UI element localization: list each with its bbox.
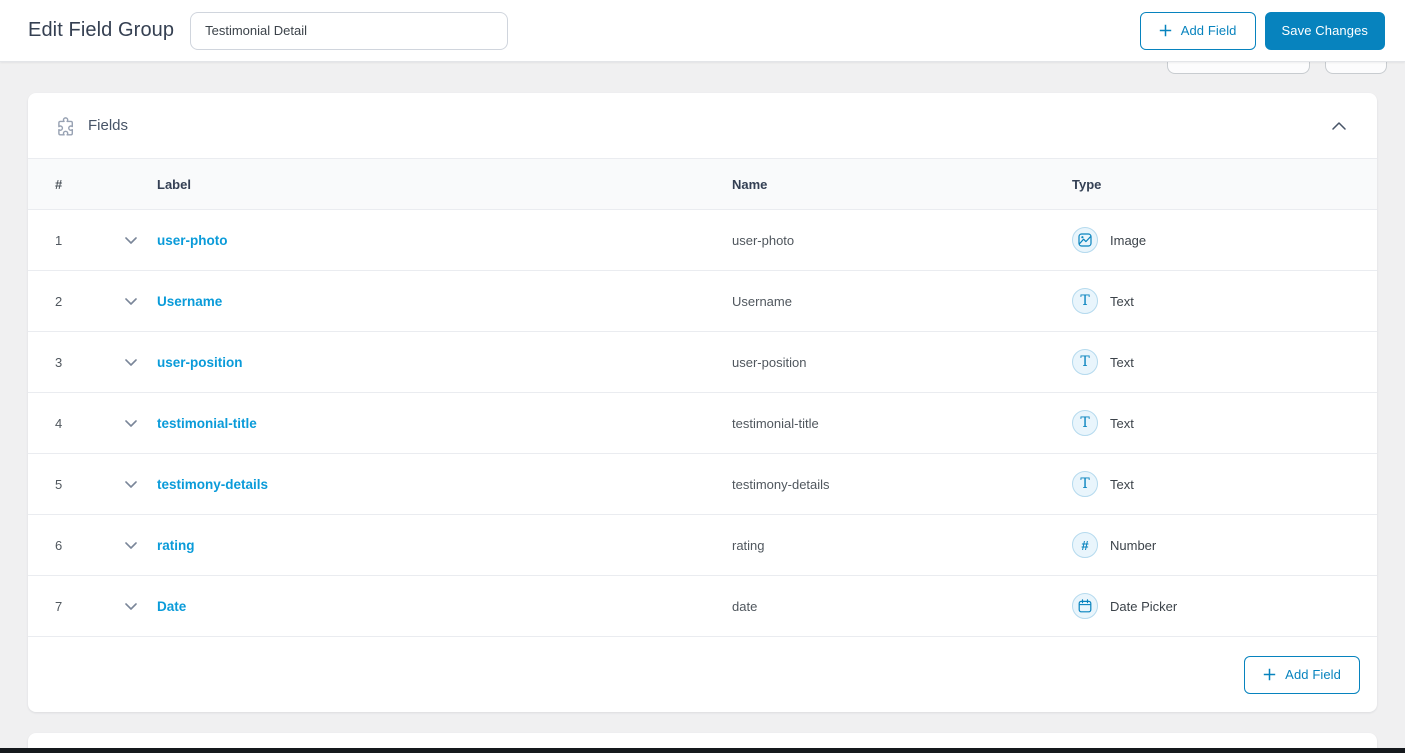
field-order-number: 7: [55, 598, 63, 614]
add-field-button-footer[interactable]: Add Field: [1244, 655, 1360, 694]
field-type: T Text: [1072, 349, 1377, 375]
fields-panel: Fields # Label Name Type 1 user-photo us…: [28, 93, 1377, 712]
column-header-label: Label: [157, 176, 191, 192]
field-type-label: Number: [1110, 537, 1157, 553]
field-label-link[interactable]: user-photo: [157, 233, 732, 248]
column-header-name: Name: [732, 176, 768, 192]
field-name: rating: [732, 537, 765, 553]
field-row: 6 rating rating # Number: [28, 515, 1377, 576]
text-icon: T: [1072, 471, 1098, 497]
field-type-label: Date Picker: [1110, 598, 1178, 614]
field-type: Date Picker: [1072, 593, 1377, 619]
fields-panel-footer: Add Field: [28, 637, 1377, 712]
field-type-label: Text: [1110, 415, 1134, 431]
number-icon: #: [1072, 532, 1098, 558]
chevron-down-icon[interactable]: [125, 419, 157, 427]
add-field-button-label: Add Field: [1285, 667, 1341, 682]
field-name: date: [732, 598, 758, 614]
field-order-number: 3: [55, 354, 63, 370]
field-type: Image: [1072, 227, 1377, 253]
chevron-down-icon[interactable]: [125, 297, 157, 305]
field-label-link[interactable]: Username: [157, 294, 732, 309]
edit-field-group-screen: Edit Field Group Add Field Save Changes …: [0, 0, 1405, 753]
field-type-label: Text: [1110, 293, 1134, 309]
column-header-type: Type: [1072, 176, 1102, 192]
plus-icon: [1159, 24, 1172, 37]
field-order-number: 1: [55, 232, 63, 248]
field-type: T Text: [1072, 288, 1377, 314]
scrolled-content-edge-left: [1167, 62, 1310, 74]
add-field-button-header[interactable]: Add Field: [1139, 11, 1256, 50]
field-type-label: Text: [1110, 476, 1134, 492]
field-row: 4 testimonial-title testimonial-title T …: [28, 393, 1377, 454]
field-row: 1 user-photo user-photo Image: [28, 210, 1377, 271]
scrolled-content-edge-right: [1325, 62, 1387, 74]
field-type: # Number: [1072, 532, 1377, 558]
save-changes-button[interactable]: Save Changes: [1264, 11, 1385, 50]
text-icon: T: [1072, 288, 1098, 314]
field-group-title-input[interactable]: [190, 11, 509, 50]
field-row: 3 user-position user-position T Text: [28, 332, 1377, 393]
field-rows: 1 user-photo user-photo Image 2 Username…: [28, 210, 1377, 637]
text-icon: T: [1072, 410, 1098, 436]
fields-panel-header: Fields: [28, 93, 1377, 159]
field-type-label: Text: [1110, 354, 1134, 370]
chevron-up-icon[interactable]: [1328, 118, 1350, 134]
field-order-number: 6: [55, 537, 63, 553]
puzzle-icon: [55, 116, 75, 136]
column-header-number: #: [55, 176, 63, 192]
chevron-down-icon[interactable]: [125, 602, 157, 610]
field-name: testimony-details: [732, 476, 830, 492]
field-type-label: Image: [1110, 232, 1147, 248]
field-order-number: 2: [55, 293, 63, 309]
fields-panel-title: Fields: [88, 117, 129, 134]
field-label-link[interactable]: user-position: [157, 355, 732, 370]
chevron-down-icon[interactable]: [125, 541, 157, 549]
add-field-button-label: Add Field: [1180, 23, 1237, 38]
page-title: Edit Field Group: [28, 19, 175, 41]
field-row: 5 testimony-details testimony-details T …: [28, 454, 1377, 515]
field-name: testimonial-title: [732, 415, 819, 431]
top-header: Edit Field Group Add Field Save Changes: [0, 0, 1405, 62]
field-name: user-position: [732, 354, 807, 370]
chevron-down-icon[interactable]: [125, 236, 157, 244]
plus-icon: [1263, 668, 1276, 681]
field-row: 2 Username Username T Text: [28, 271, 1377, 332]
field-name: user-photo: [732, 232, 795, 248]
field-row: 7 Date date Date Picker: [28, 576, 1377, 637]
field-type: T Text: [1072, 471, 1377, 497]
image-icon: [1072, 227, 1098, 253]
field-label-link[interactable]: Date: [157, 599, 732, 614]
table-header-row: # Label Name Type: [28, 159, 1377, 210]
chevron-down-icon[interactable]: [125, 480, 157, 488]
header-actions: Add Field Save Changes: [1139, 11, 1385, 50]
text-icon: T: [1072, 349, 1098, 375]
field-order-number: 4: [55, 415, 63, 431]
field-order-number: 5: [55, 476, 63, 492]
chevron-down-icon[interactable]: [125, 358, 157, 366]
field-name: Username: [732, 293, 792, 309]
field-label-link[interactable]: testimony-details: [157, 477, 732, 492]
field-label-link[interactable]: rating: [157, 538, 732, 553]
calendar-icon: [1072, 593, 1098, 619]
screenshot-bottom-edge: [0, 748, 1405, 753]
field-label-link[interactable]: testimonial-title: [157, 416, 732, 431]
field-type: T Text: [1072, 410, 1377, 436]
